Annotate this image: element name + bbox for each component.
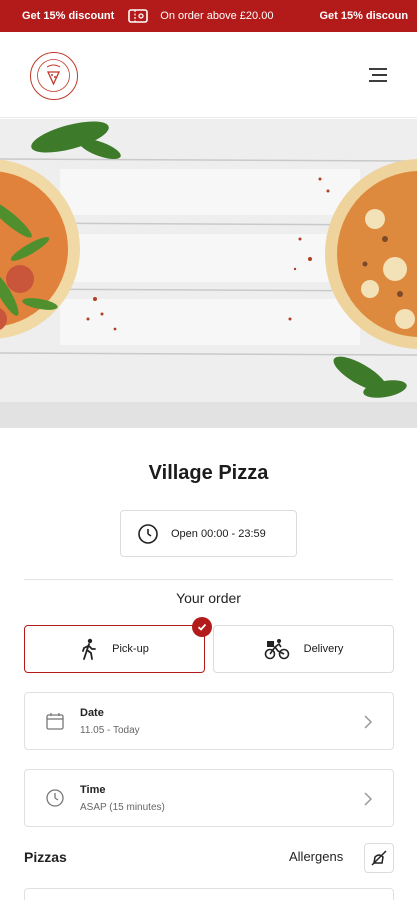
- promo-threshold-text: On order above £20.00: [160, 10, 274, 22]
- delivery-label: Delivery: [303, 643, 344, 655]
- date-value: 11.05 - Today: [80, 725, 140, 736]
- menu-section-title: Pizzas: [24, 849, 67, 865]
- opening-hours-text: Open 00:00 - 23:59: [171, 527, 266, 540]
- promo-text: Get 15% discount: [22, 10, 115, 22]
- clock-icon: [138, 523, 158, 544]
- time-label: Time: [80, 784, 106, 796]
- chevron-right-icon: [364, 715, 373, 729]
- delivery-option[interactable]: Delivery: [213, 625, 394, 673]
- allergens-button[interactable]: [364, 843, 394, 873]
- ticket-icon: [128, 9, 149, 23]
- selected-check-icon: [192, 617, 212, 637]
- restaurant-logo-icon[interactable]: [30, 52, 78, 100]
- hero-image: [0, 119, 417, 402]
- promo-text-repeat: Get 15% discoun: [319, 10, 409, 22]
- menu-item-card[interactable]: [24, 888, 394, 900]
- section-divider: [24, 579, 393, 580]
- bicycle-icon: [264, 639, 289, 660]
- chevron-right-icon: [364, 792, 373, 806]
- hero-divider-band: [0, 402, 417, 428]
- your-order-heading: Your order: [176, 590, 241, 606]
- promo-banner: Get 15% discount On order above £20.00 G…: [0, 0, 417, 32]
- restaurant-name: Village Pizza: [148, 462, 269, 484]
- pickup-option[interactable]: Pick-up: [24, 617, 212, 673]
- calendar-icon: [46, 713, 64, 730]
- allergens-link[interactable]: Allergens: [289, 849, 343, 864]
- date-label: Date: [80, 707, 104, 719]
- site-header: [0, 32, 417, 118]
- time-selector[interactable]: Time ASAP (15 minutes): [24, 769, 394, 827]
- opening-hours-button[interactable]: Open 00:00 - 23:59: [120, 510, 297, 557]
- walking-person-icon: [82, 638, 97, 660]
- hamburger-menu-icon[interactable]: [367, 66, 389, 84]
- no-allergen-icon: [371, 850, 387, 866]
- time-value: ASAP (15 minutes): [80, 802, 165, 813]
- pickup-label: Pick-up: [112, 643, 149, 655]
- clock-icon: [46, 789, 64, 807]
- date-selector[interactable]: Date 11.05 - Today: [24, 692, 394, 750]
